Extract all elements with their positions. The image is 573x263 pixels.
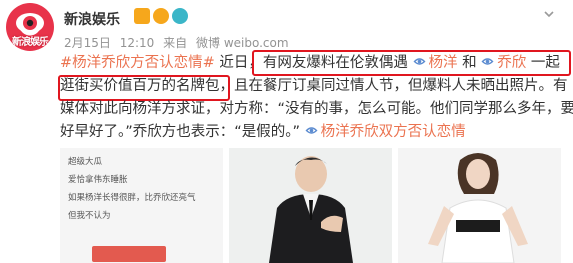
image-gallery: 超级大瓜 爱恰拿伟东睡胀 如果杨洋长得很胖，比乔欣还亮气 但我不认为 (60, 148, 561, 263)
post-meta: 2月15日 12:10 来自 微博 weibo.com (64, 34, 294, 51)
chat-line: 爱恰拿伟东睡胀 (68, 175, 128, 185)
text: 媒体对此向杨洋方求证，对方称：“没有的事，怎么可能。他们同学那么多年，要 (60, 101, 573, 117)
photo-qiaoxin[interactable] (398, 148, 561, 263)
post-from-label: 来自 (163, 36, 188, 50)
chat-screenshot-image[interactable]: 超级大瓜 爱恰拿伟东睡胀 如果杨洋长得很胖，比乔欣还亮气 但我不认为 (60, 148, 223, 263)
highlight-box (252, 50, 571, 76)
post-date[interactable]: 2月15日 (64, 36, 111, 50)
chat-line: 但我不认为 (68, 211, 111, 221)
post-time[interactable]: 12:10 (120, 36, 155, 50)
chat-line: 如果杨洋长得很胖，比乔欣还亮气 (68, 193, 196, 203)
post-line-2: 逛街买价值百万的名牌包，且在餐厅订桌同过情人节，但爆料人未晒出照片。有 (58, 75, 568, 101)
post-line-1: #杨洋乔欣方否认恋情# 近日，有网友爆料在伦敦偶遇 杨洋 和 乔欣 一起 (60, 50, 571, 76)
account-name[interactable]: 新浪娱乐 (64, 9, 120, 29)
post-line-3: 媒体对此向杨洋方求证，对方称：“没有的事，怎么可能。他们同学那么多年，要 (60, 98, 573, 121)
post-line-4: 好早好了。”乔欣方也表示：“是假的。” 杨洋乔欣双方否认恋情 (60, 121, 562, 144)
topic-link[interactable]: #杨洋乔欣方否认恋情# (60, 55, 215, 71)
verified-badge-icon (153, 8, 169, 24)
photo-yangyang[interactable] (229, 148, 392, 263)
mention-topic[interactable]: 杨洋乔欣双方否认恋情 (321, 124, 466, 140)
post-body: #杨洋乔欣方否认恋情# 近日，有网友爆料在伦敦偶遇 杨洋 和 乔欣 一起 逛街买… (58, 50, 573, 144)
chat-red-button (92, 246, 166, 262)
member-badge-icon (172, 8, 188, 24)
chat-line: 超级大瓜 (68, 157, 103, 167)
chevron-down-icon[interactable] (543, 8, 555, 20)
tag-icon (305, 127, 318, 134)
post-source[interactable]: 微博 weibo.com (196, 36, 289, 50)
photo-woman-white-dress (398, 148, 561, 263)
text: ，且在餐厅订桌同过情人节，但爆料人未晒出照片。有 (219, 78, 568, 94)
vip-badge-icon (134, 8, 150, 24)
avatar-brand-text: 新浪娱乐 (12, 37, 49, 48)
chat-content: 超级大瓜 爱恰拿伟东睡胀 如果杨洋长得很胖，比乔欣还亮气 但我不认为 (68, 156, 218, 228)
text: 好早好了。”乔欣方也表示：“是假的。” (60, 124, 305, 140)
photo-man-suit (229, 148, 392, 263)
badges (134, 8, 188, 24)
avatar[interactable]: 新浪娱乐 (6, 3, 54, 51)
